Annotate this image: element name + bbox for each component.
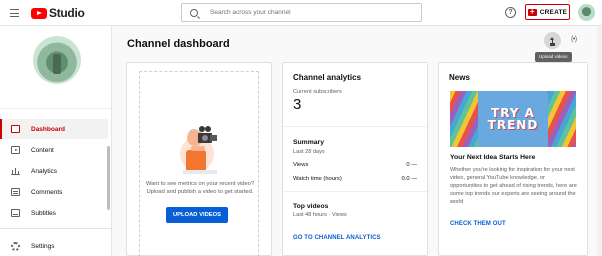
- sidebar-item-comments[interactable]: Comments: [0, 182, 108, 202]
- create-label: CREATE: [539, 8, 568, 16]
- summary-title: Summary: [293, 139, 324, 146]
- subtitles-icon: [11, 209, 20, 217]
- upload-card: Want to see metrics on your recent video…: [126, 62, 272, 256]
- news-image-text: TRY A TREND: [478, 91, 548, 147]
- channel-analytics-card: Channel analytics Current subscribers 3 …: [282, 62, 428, 256]
- news-image-line: TREND: [487, 118, 539, 132]
- analytics-icon: [11, 167, 20, 175]
- upload-icon: [549, 37, 556, 44]
- summary-period: Last 28 days: [293, 149, 325, 155]
- account-avatar[interactable]: [578, 4, 595, 21]
- sidebar-item-analytics[interactable]: Analytics: [0, 161, 108, 181]
- youtube-play-icon: [31, 7, 47, 19]
- channel-avatar[interactable]: [33, 36, 81, 84]
- top-videos-title: Top videos: [293, 203, 329, 210]
- card-title: News: [449, 73, 470, 82]
- card-divider: [283, 191, 427, 192]
- sidebar-item-dashboard[interactable]: Dashboard: [0, 119, 108, 139]
- page-scrollbar[interactable]: [597, 26, 602, 256]
- go-live-icon[interactable]: (•): [571, 36, 577, 43]
- sidebar-item-label: Subtitles: [31, 209, 56, 217]
- sidebar-item-label: Settings: [31, 242, 55, 250]
- card-title: Channel analytics: [293, 73, 362, 82]
- sidebar-divider: [0, 228, 111, 229]
- create-video-icon: [527, 7, 537, 16]
- sidebar: Dashboard Content Analytics Comments Sub…: [0, 26, 112, 256]
- comments-icon: [11, 188, 20, 196]
- sidebar-item-subtitles[interactable]: Subtitles: [0, 203, 108, 223]
- sidebar-item-content[interactable]: Content: [0, 140, 108, 160]
- top-videos-period: Last 48 hours · Views: [293, 212, 347, 218]
- youtube-studio-logo[interactable]: Studio: [31, 6, 85, 20]
- news-card: News TRY A TREND Your Next Idea Starts H…: [438, 62, 588, 256]
- page-title: Channel dashboard: [127, 38, 230, 50]
- dashboard-icon: [11, 125, 20, 133]
- create-button[interactable]: CREATE: [525, 4, 570, 20]
- upload-videos-button[interactable]: [544, 32, 561, 49]
- watch-time-label: Watch time (hours): [293, 176, 342, 182]
- avatar-tree-image: [53, 54, 61, 74]
- search-icon: [190, 8, 198, 17]
- sidebar-item-label: Comments: [31, 188, 63, 196]
- check-them-out-link[interactable]: CHECK THEM OUT: [450, 221, 506, 227]
- views-value: 0 —: [406, 162, 417, 168]
- sidebar-divider: [0, 108, 111, 109]
- go-to-channel-analytics-link[interactable]: GO TO CHANNEL ANALYTICS: [293, 235, 381, 241]
- subscribers-count: 3: [293, 96, 302, 113]
- card-divider: [283, 126, 427, 127]
- top-bar: Studio Search across your channel ? CREA…: [0, 0, 602, 26]
- news-headline: Your Next Idea Starts Here: [450, 154, 536, 161]
- watch-time-value: 0.0 —: [401, 176, 417, 182]
- subscribers-label: Current subscribers: [293, 89, 342, 95]
- camera-person-illustration: [180, 126, 217, 174]
- search-placeholder: Search across your channel: [210, 9, 291, 16]
- sidebar-item-label: Content: [31, 146, 54, 154]
- help-icon[interactable]: ?: [505, 7, 516, 18]
- upload-tooltip: Upload videos: [535, 52, 572, 62]
- gear-icon: [11, 241, 20, 251]
- logo-text: Studio: [49, 6, 85, 20]
- upload-videos-button-primary[interactable]: UPLOAD VIDEOS: [166, 207, 228, 223]
- menu-icon[interactable]: [10, 9, 19, 17]
- try-a-trend-image[interactable]: TRY A TREND: [450, 91, 576, 147]
- content-icon: [11, 146, 20, 154]
- sidebar-scrollbar[interactable]: [107, 146, 110, 210]
- sidebar-item-settings[interactable]: Settings: [0, 236, 108, 256]
- upload-prompt: Want to see metrics on your recent video…: [145, 181, 255, 195]
- views-label: Views: [293, 162, 309, 168]
- search-input[interactable]: Search across your channel: [181, 3, 422, 22]
- news-body: Whether you're looking for inspiration f…: [450, 167, 577, 205]
- sidebar-item-label: Analytics: [31, 167, 58, 175]
- sidebar-item-label: Dashboard: [31, 125, 65, 133]
